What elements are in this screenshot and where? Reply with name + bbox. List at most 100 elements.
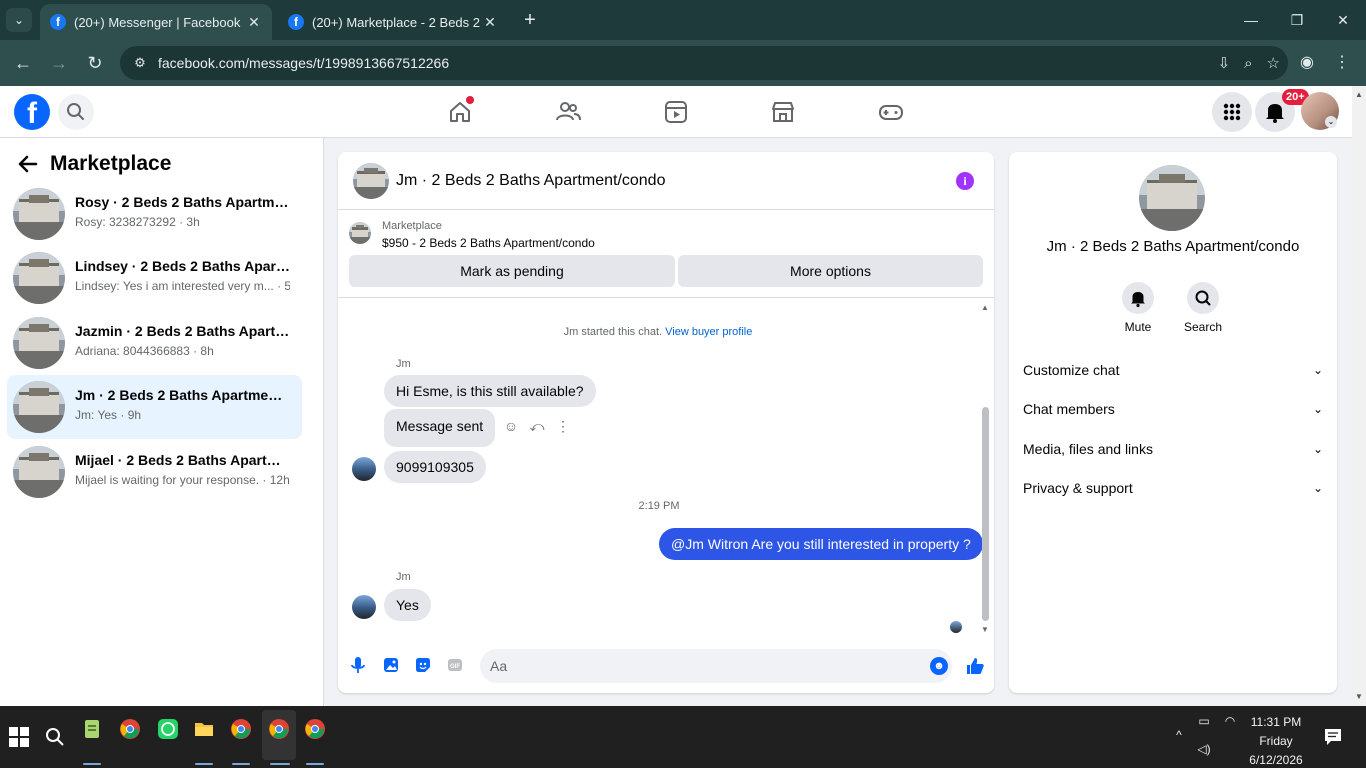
sender-avatar[interactable] xyxy=(352,595,376,619)
notepad-icon[interactable] xyxy=(81,718,103,740)
info-icon[interactable]: i xyxy=(956,172,974,190)
close-tab-icon[interactable]: ✕ xyxy=(246,14,262,31)
listing-title[interactable]: $950 - 2 Beds 2 Baths Apartment/condo xyxy=(382,236,595,250)
reload-icon[interactable]: ↻ xyxy=(82,50,108,76)
browser-profile-icon[interactable]: ◉ xyxy=(1296,52,1318,74)
taskbar-search-icon[interactable] xyxy=(44,726,66,748)
thumbs-up-icon[interactable] xyxy=(964,655,986,677)
view-buyer-profile-link[interactable]: View buyer profile xyxy=(665,326,752,338)
search-in-chat-button[interactable]: Search xyxy=(1173,282,1233,334)
menu-grid-button[interactable] xyxy=(1212,92,1252,132)
scroll-up-icon[interactable]: ▲ xyxy=(1355,90,1363,99)
conversation-name: Lindsey · 2 Beds 2 Baths Apartment/condo xyxy=(75,258,290,274)
conversation-item-selected[interactable]: Jm · 2 Beds 2 Baths Apartment/condo Jm: … xyxy=(7,375,302,439)
search-button[interactable] xyxy=(58,94,94,130)
video-icon[interactable] xyxy=(662,98,690,126)
message-bubble[interactable]: Yes xyxy=(384,589,431,621)
chrome-active-icon[interactable] xyxy=(268,718,290,740)
mark-as-pending-button[interactable]: Mark as pending xyxy=(349,255,675,287)
restore-icon[interactable]: ❐ xyxy=(1282,8,1312,32)
conversation-preview: Lindsey: Yes i am interested very m... ·… xyxy=(75,279,290,293)
message-bubble[interactable]: 9099109305 xyxy=(384,451,486,483)
listing-thumbnail[interactable] xyxy=(349,222,371,244)
tab-search-icon[interactable]: ⌄ xyxy=(6,8,32,32)
volume-icon[interactable]: ◁) xyxy=(1194,742,1214,756)
seen-receipt-avatar xyxy=(950,621,962,633)
more-options-button[interactable]: More options xyxy=(678,255,983,287)
bookmark-star-icon[interactable]: ☆ xyxy=(1267,54,1280,72)
reply-icon[interactable]: ⤺ xyxy=(528,417,546,435)
tab-title: (20+) Messenger | Facebook xyxy=(74,14,241,30)
file-explorer-icon[interactable] xyxy=(193,718,215,740)
chat-scrollbar[interactable]: ▲ ▼ xyxy=(980,299,990,639)
conversation-item[interactable]: Rosy · 2 Beds 2 Baths Apartment/condo Ro… xyxy=(7,182,302,246)
outgoing-message-bubble[interactable]: @Jm Witron Are you still interested in p… xyxy=(659,528,983,560)
facebook-favicon-icon: f xyxy=(288,14,304,30)
listing-thumbnail xyxy=(13,252,65,304)
running-indicator xyxy=(306,763,324,765)
battery-icon[interactable]: ▭ xyxy=(1194,714,1214,728)
chrome-profile-icon[interactable] xyxy=(230,718,252,740)
microphone-icon[interactable] xyxy=(348,655,368,675)
omnibox[interactable]: ⚙ facebook.com/messages/t/19989136675122… xyxy=(120,46,1288,80)
page-scrollbar[interactable]: ▲ ▼ xyxy=(1352,86,1366,706)
chat-title[interactable]: Jm · 2 Beds 2 Baths Apartment/condo xyxy=(396,172,665,190)
tab-messenger[interactable]: f (20+) Messenger | Facebook ✕ xyxy=(40,4,272,40)
close-window-icon[interactable]: ✕ xyxy=(1328,8,1358,32)
show-hidden-icons-chevron-icon[interactable]: ^ xyxy=(1170,728,1188,742)
more-dots-icon[interactable]: ⋮ xyxy=(554,417,572,435)
chat-profile-image[interactable] xyxy=(1139,165,1205,231)
chevron-down-icon[interactable]: ⌄ xyxy=(1325,116,1337,128)
friends-icon[interactable] xyxy=(554,98,582,126)
photo-icon[interactable] xyxy=(381,655,401,675)
tab-marketplace[interactable]: f (20+) Marketplace - 2 Beds 2 Baths ✕ xyxy=(278,4,508,40)
url-text[interactable]: facebook.com/messages/t/1998913667512266 xyxy=(158,55,449,71)
chrome-profile-icon[interactable] xyxy=(304,718,326,740)
sticker-icon[interactable] xyxy=(413,655,433,675)
scroll-up-icon[interactable]: ▲ xyxy=(981,303,989,312)
conversation-item[interactable]: Mijael · 2 Beds 2 Baths Apartment/condo … xyxy=(7,440,302,504)
conversation-name: Rosy · 2 Beds 2 Baths Apartment/condo xyxy=(75,194,290,210)
privacy-support-row[interactable]: Privacy & support ⌄ xyxy=(1023,476,1323,500)
site-info-icon[interactable]: ⚙ xyxy=(124,55,156,71)
chrome-icon[interactable] xyxy=(119,718,141,740)
scroll-down-icon[interactable]: ▼ xyxy=(1355,692,1363,701)
browser-menu-icon[interactable]: ⋮ xyxy=(1334,52,1350,74)
emoji-icon[interactable]: ☻ xyxy=(930,657,948,675)
mute-button[interactable]: Mute xyxy=(1108,282,1168,334)
react-smiley-icon[interactable]: ☺ xyxy=(502,417,520,435)
media-files-links-row[interactable]: Media, files and links ⌄ xyxy=(1023,437,1323,461)
chevron-down-icon: ⌄ xyxy=(1312,402,1323,416)
taskbar-clock[interactable]: 11:31 PM Friday 6/12/2026 xyxy=(1238,713,1314,768)
close-tab-icon[interactable]: ✕ xyxy=(482,14,498,31)
gif-icon[interactable]: GIF xyxy=(445,655,465,675)
customize-chat-row[interactable]: Customize chat ⌄ xyxy=(1023,358,1323,382)
windows-start-icon[interactable] xyxy=(8,726,30,748)
wifi-icon[interactable]: ◠ xyxy=(1220,714,1240,728)
chat-members-row[interactable]: Chat members ⌄ xyxy=(1023,397,1323,421)
gaming-icon[interactable] xyxy=(877,98,905,126)
conversation-preview: Rosy: 3238273292 · 3h xyxy=(75,215,200,229)
back-arrow-icon[interactable] xyxy=(16,152,40,176)
whatsapp-icon[interactable] xyxy=(157,718,179,740)
marketplace-icon[interactable] xyxy=(769,98,797,126)
scroll-down-icon[interactable]: ▼ xyxy=(981,625,989,634)
conversation-item[interactable]: Lindsey · 2 Beds 2 Baths Apartment/condo… xyxy=(7,246,302,310)
forward-arrow-icon[interactable]: → xyxy=(46,50,72,76)
back-arrow-icon[interactable]: ← xyxy=(10,50,36,76)
search-icon xyxy=(67,103,84,120)
listing-thumbnail xyxy=(13,381,65,433)
new-tab-plus-icon[interactable]: + xyxy=(518,8,542,32)
message-input[interactable]: Aa xyxy=(480,649,952,683)
message-bubble[interactable]: Hi Esme, is this still available? xyxy=(384,375,596,407)
sender-avatar[interactable] xyxy=(352,457,376,481)
install-app-icon[interactable]: ⇩ xyxy=(1218,54,1231,72)
zoom-icon[interactable]: ⌕ xyxy=(1244,55,1252,72)
conversation-item[interactable]: Jazmin · 2 Beds 2 Baths Apartment/condo … xyxy=(7,311,302,375)
action-center-icon[interactable] xyxy=(1322,726,1344,748)
scrollbar-thumb[interactable] xyxy=(982,407,989,621)
facebook-logo-icon[interactable]: f xyxy=(14,94,50,130)
chat-thumbnail[interactable] xyxy=(353,163,389,199)
minimize-icon[interactable]: — xyxy=(1236,8,1266,32)
message-bubble[interactable]: Message sent xyxy=(384,409,496,447)
